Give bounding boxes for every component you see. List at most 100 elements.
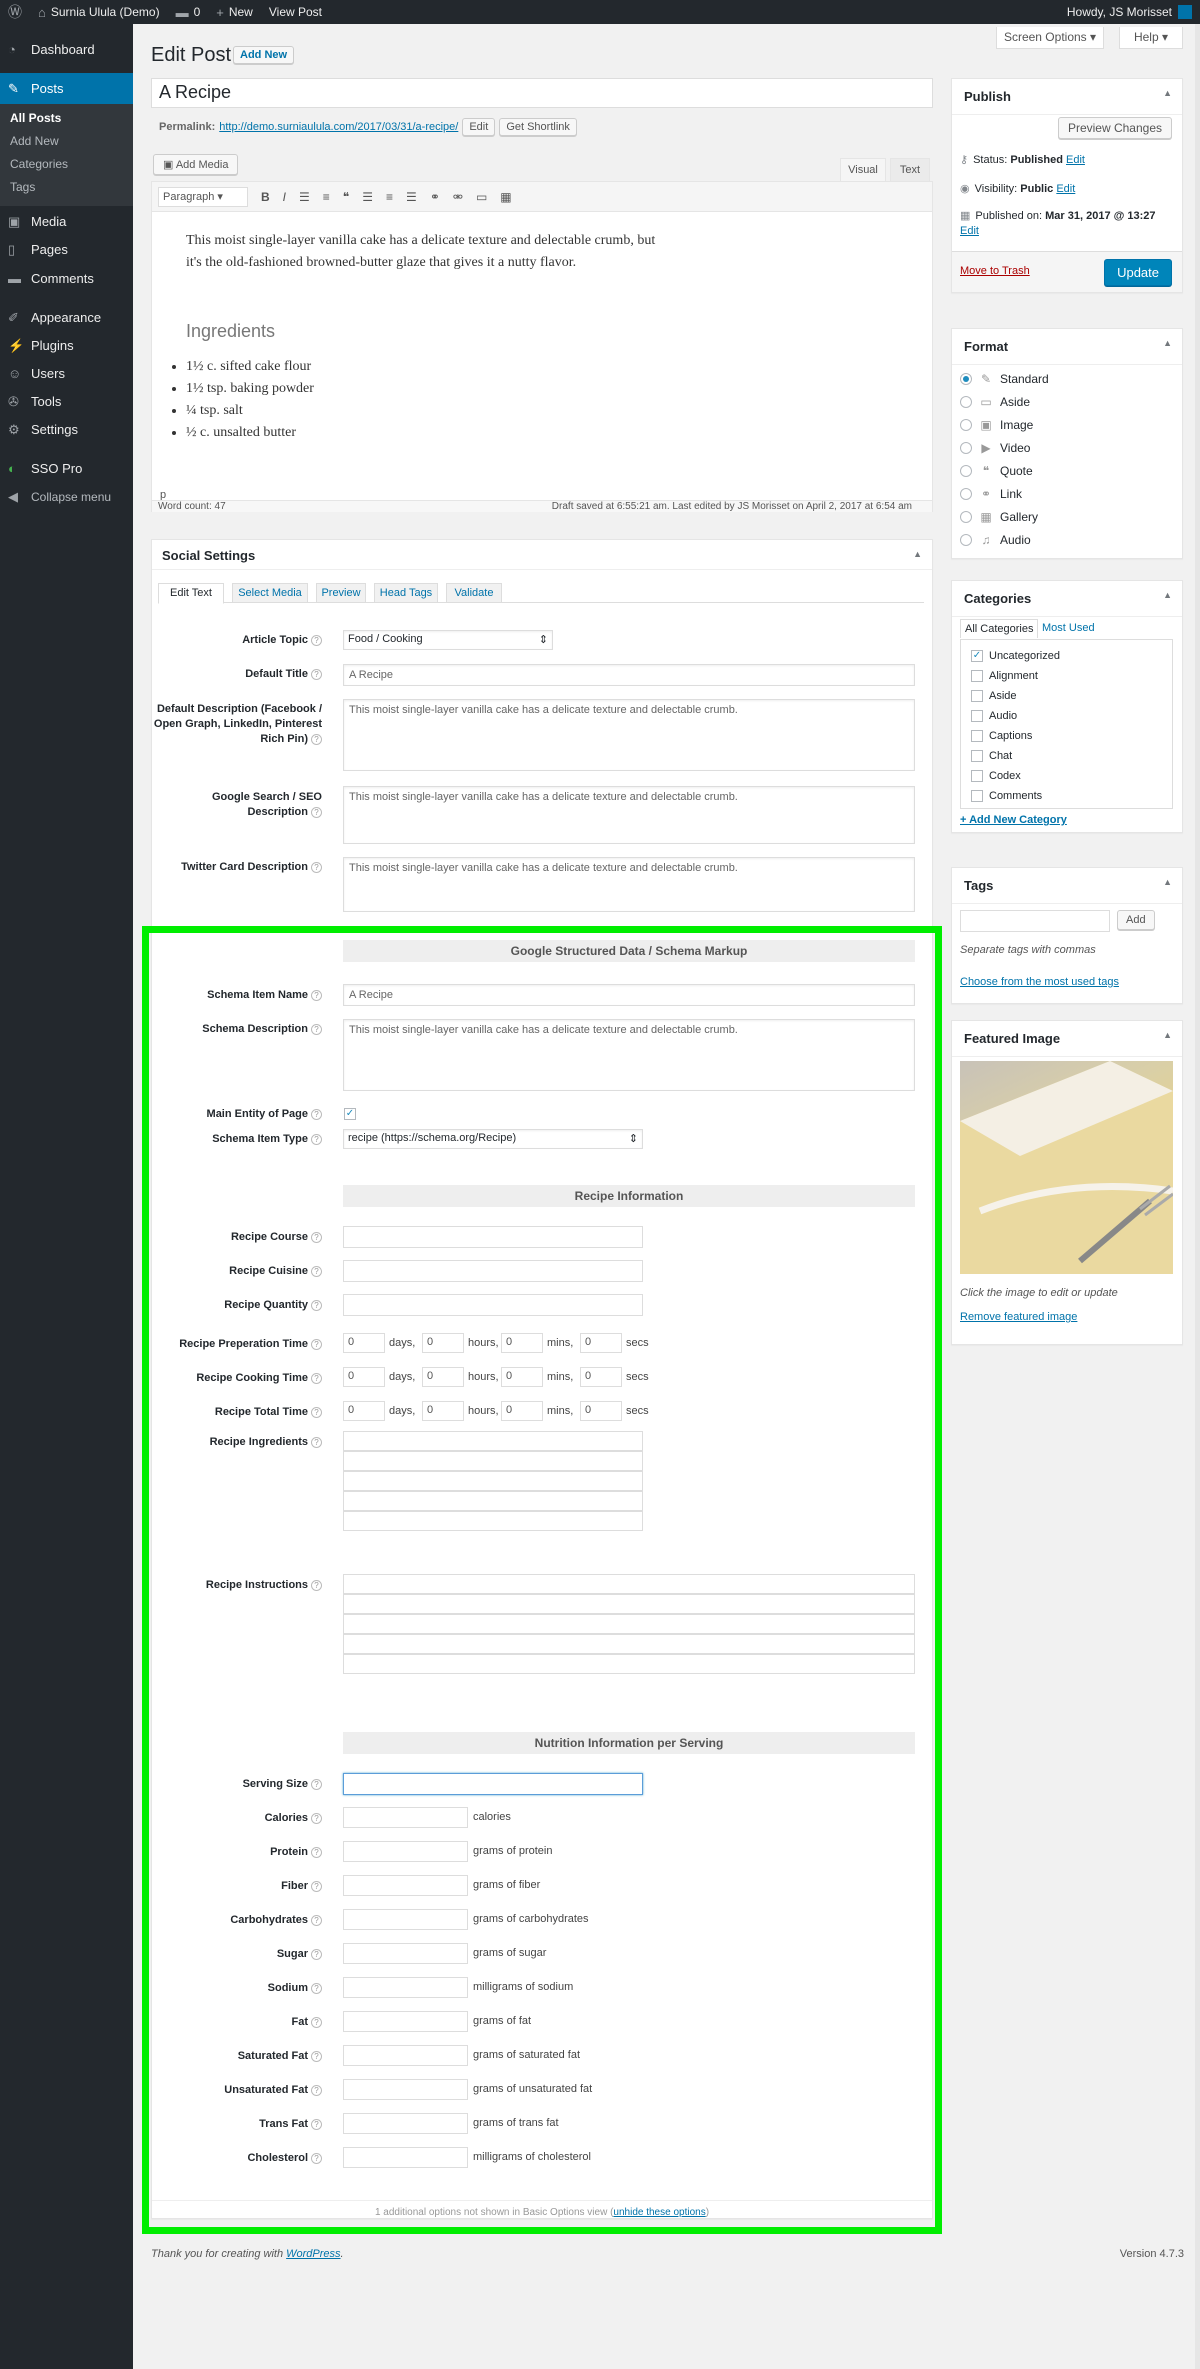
recipe-quantity-input[interactable]: [343, 1294, 643, 1316]
submenu-all-posts[interactable]: All Posts: [0, 108, 133, 131]
category-item[interactable]: Comments: [971, 786, 1172, 806]
recipe-instruction-input[interactable]: [343, 1594, 915, 1614]
permalink-edit-button[interactable]: Edit: [462, 118, 496, 136]
menu-sso-pro[interactable]: ◐ SSO Pro: [0, 453, 133, 484]
screen-options-button[interactable]: Screen Options ▾: [996, 27, 1104, 49]
format-radio[interactable]: [960, 441, 972, 454]
italic-icon[interactable]: I: [283, 190, 286, 204]
category-item[interactable]: Codex: [971, 766, 1172, 786]
toolbar-toggle-icon[interactable]: ▦: [500, 190, 511, 204]
recipe-total-hours-input[interactable]: 0: [422, 1401, 464, 1421]
recipe-cook-days-input[interactable]: 0: [343, 1367, 385, 1387]
comments-link[interactable]: ▬ 0: [168, 0, 209, 24]
nutrition-input[interactable]: [343, 1807, 468, 1828]
edit-status-link[interactable]: Edit: [1066, 154, 1085, 166]
help-icon[interactable]: ?: [311, 1265, 322, 1277]
categories-title[interactable]: Categories ▲: [952, 581, 1182, 617]
help-icon[interactable]: ?: [311, 1948, 322, 1960]
add-tag-button[interactable]: Add: [1117, 910, 1155, 930]
default-title-input[interactable]: A Recipe: [343, 664, 915, 686]
recipe-prep-days-input[interactable]: 0: [343, 1333, 385, 1353]
remove-featured-image-link[interactable]: Remove featured image: [960, 1311, 1077, 1323]
schema-type-select[interactable]: recipe (https://schema.org/Recipe) ⇕: [343, 1129, 643, 1149]
preview-changes-button[interactable]: Preview Changes: [1057, 117, 1172, 139]
tab-text[interactable]: Text: [890, 158, 930, 181]
help-icon[interactable]: ?: [311, 1108, 322, 1120]
category-checkbox[interactable]: [971, 750, 983, 762]
recipe-prep-mins-input[interactable]: 0: [501, 1333, 543, 1353]
edit-visibility-link[interactable]: Edit: [1056, 183, 1075, 195]
categories-checklist[interactable]: ✓ Uncategorized Alignment Aside Audio Caption…: [960, 639, 1173, 809]
tab-visual[interactable]: Visual: [840, 158, 886, 181]
featured-image-title[interactable]: Featured Image ▲: [952, 1021, 1182, 1057]
main-entity-checkbox[interactable]: ✓: [344, 1108, 356, 1120]
menu-plugins[interactable]: ⚡ Plugins: [0, 330, 133, 361]
nutrition-input[interactable]: [343, 2079, 468, 2100]
add-new-category-link[interactable]: + Add New Category: [960, 814, 1067, 826]
help-icon[interactable]: ?: [311, 1914, 322, 1926]
choose-most-used-tags-link[interactable]: Choose from the most used tags: [960, 976, 1119, 988]
recipe-prep-secs-input[interactable]: 0: [580, 1333, 622, 1353]
editor-content[interactable]: This moist single-layer vanilla cake has…: [152, 212, 932, 462]
help-icon[interactable]: ?: [311, 1880, 322, 1892]
permalink-url[interactable]: http://demo.surniaulula.com/2017/03/31/a…: [219, 121, 458, 133]
menu-posts[interactable]: ✎ Posts: [0, 73, 133, 104]
move-to-trash-link[interactable]: Move to Trash: [960, 265, 1030, 277]
category-checkbox[interactable]: [971, 730, 983, 742]
featured-image-thumbnail[interactable]: [960, 1061, 1173, 1274]
default-description-textarea[interactable]: This moist single-layer vanilla cake has…: [343, 699, 915, 771]
category-item[interactable]: Aside: [971, 686, 1172, 706]
twitter-description-textarea[interactable]: This moist single-layer vanilla cake has…: [343, 857, 915, 912]
nutrition-input[interactable]: [343, 1909, 468, 1930]
help-icon[interactable]: ?: [311, 2050, 322, 2062]
help-button[interactable]: Help ▾: [1119, 27, 1183, 49]
tag-input[interactable]: [960, 910, 1110, 932]
recipe-instruction-input[interactable]: [343, 1634, 915, 1654]
format-radio[interactable]: [960, 464, 972, 477]
scrollbar[interactable]: [1195, 24, 1200, 2369]
edit-date-link[interactable]: Edit: [960, 225, 979, 237]
tab-validate[interactable]: Validate: [446, 583, 502, 603]
help-icon[interactable]: ?: [311, 861, 322, 873]
category-item[interactable]: ✓ Uncategorized: [971, 646, 1172, 666]
help-icon[interactable]: ?: [311, 1231, 322, 1243]
menu-media[interactable]: ▣ Media: [0, 206, 133, 237]
help-icon[interactable]: ?: [311, 1023, 322, 1035]
site-name-link[interactable]: ⌂ Surnia Ulula (Demo): [30, 0, 168, 24]
help-icon[interactable]: ?: [311, 733, 322, 745]
help-icon[interactable]: ?: [311, 1338, 322, 1350]
help-icon[interactable]: ?: [311, 2152, 322, 2164]
help-icon[interactable]: ?: [311, 1812, 322, 1824]
submenu-tags[interactable]: Tags: [0, 177, 133, 200]
categories-tab-most-used[interactable]: Most Used: [1042, 622, 1095, 634]
menu-comments[interactable]: ▬ Comments: [0, 263, 133, 294]
new-content-link[interactable]: + New: [208, 0, 261, 24]
category-checkbox[interactable]: [971, 770, 983, 782]
bullet-list-icon[interactable]: ☰: [299, 190, 310, 204]
recipe-total-mins-input[interactable]: 0: [501, 1401, 543, 1421]
serving-size-input[interactable]: [343, 1773, 643, 1795]
bold-icon[interactable]: B: [261, 190, 270, 204]
help-icon[interactable]: ?: [311, 1778, 322, 1790]
collapse-arrow-icon[interactable]: ▲: [913, 549, 922, 559]
recipe-ingredient-input[interactable]: [343, 1471, 643, 1491]
nutrition-input[interactable]: [343, 1977, 468, 1998]
format-option-aside[interactable]: ▭ Aside: [960, 390, 1049, 413]
add-new-button[interactable]: Add New: [233, 46, 295, 64]
collapse-arrow-icon[interactable]: ▲: [1163, 88, 1172, 98]
help-icon[interactable]: ?: [311, 2118, 322, 2130]
help-icon[interactable]: ?: [311, 1299, 322, 1311]
format-option-audio[interactable]: ♫ Audio: [960, 528, 1049, 551]
recipe-ingredient-input[interactable]: [343, 1451, 643, 1471]
category-item[interactable]: Audio: [971, 706, 1172, 726]
add-media-button[interactable]: ▣ Add Media: [153, 154, 239, 175]
menu-settings[interactable]: ⚙ Settings: [0, 414, 133, 445]
category-item[interactable]: Alignment: [971, 666, 1172, 686]
category-item[interactable]: Captions: [971, 726, 1172, 746]
numbered-list-icon[interactable]: ≡: [323, 190, 330, 204]
format-option-gallery[interactable]: ▦ Gallery: [960, 505, 1049, 528]
format-option-standard[interactable]: ✎ Standard: [960, 367, 1049, 390]
nutrition-input[interactable]: [343, 2045, 468, 2066]
align-center-icon[interactable]: ≡: [386, 190, 393, 204]
schema-name-input[interactable]: A Recipe: [343, 984, 915, 1006]
